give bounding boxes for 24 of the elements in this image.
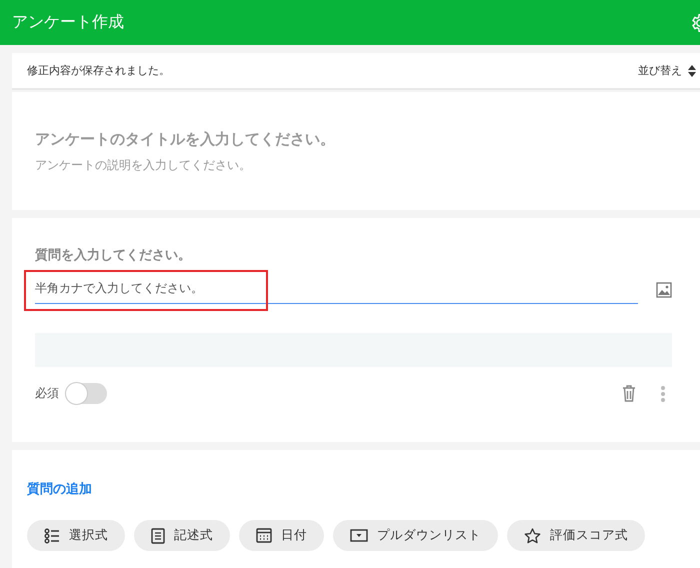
trash-icon[interactable]: [622, 385, 636, 402]
add-question-heading: 質問の追加: [27, 480, 93, 498]
question-type-button[interactable]: プルダウンリスト: [333, 520, 498, 551]
sort-icon: [688, 64, 696, 76]
required-label: 必須: [35, 385, 59, 402]
question-type-button[interactable]: 評価スコア式: [507, 520, 645, 551]
question-type-button[interactable]: 選択式: [27, 520, 125, 551]
calendar-icon: [256, 528, 272, 543]
page-title: アンケート作成: [12, 12, 124, 33]
save-message: 修正内容が保存されました。: [27, 63, 170, 78]
required-toggle[interactable]: [65, 383, 107, 404]
image-icon[interactable]: [656, 282, 672, 298]
document-icon: [151, 528, 165, 544]
answer-field[interactable]: 半角カナで入力してください。: [35, 275, 638, 304]
question-type-button[interactable]: 日付: [239, 520, 324, 551]
question-field[interactable]: 質問を入力してください。: [35, 248, 672, 263]
survey-title-field[interactable]: アンケートのタイトルを入力してください。: [35, 130, 677, 148]
list-icon: [44, 528, 60, 544]
survey-description-field[interactable]: アンケートの説明を入力してください。: [35, 158, 677, 172]
question-type-button[interactable]: 記述式: [134, 520, 230, 551]
star-icon: [524, 528, 541, 544]
sort-button[interactable]: 並び替え: [638, 63, 700, 78]
more-icon[interactable]: [660, 384, 666, 402]
dropdown-icon: [350, 529, 368, 542]
